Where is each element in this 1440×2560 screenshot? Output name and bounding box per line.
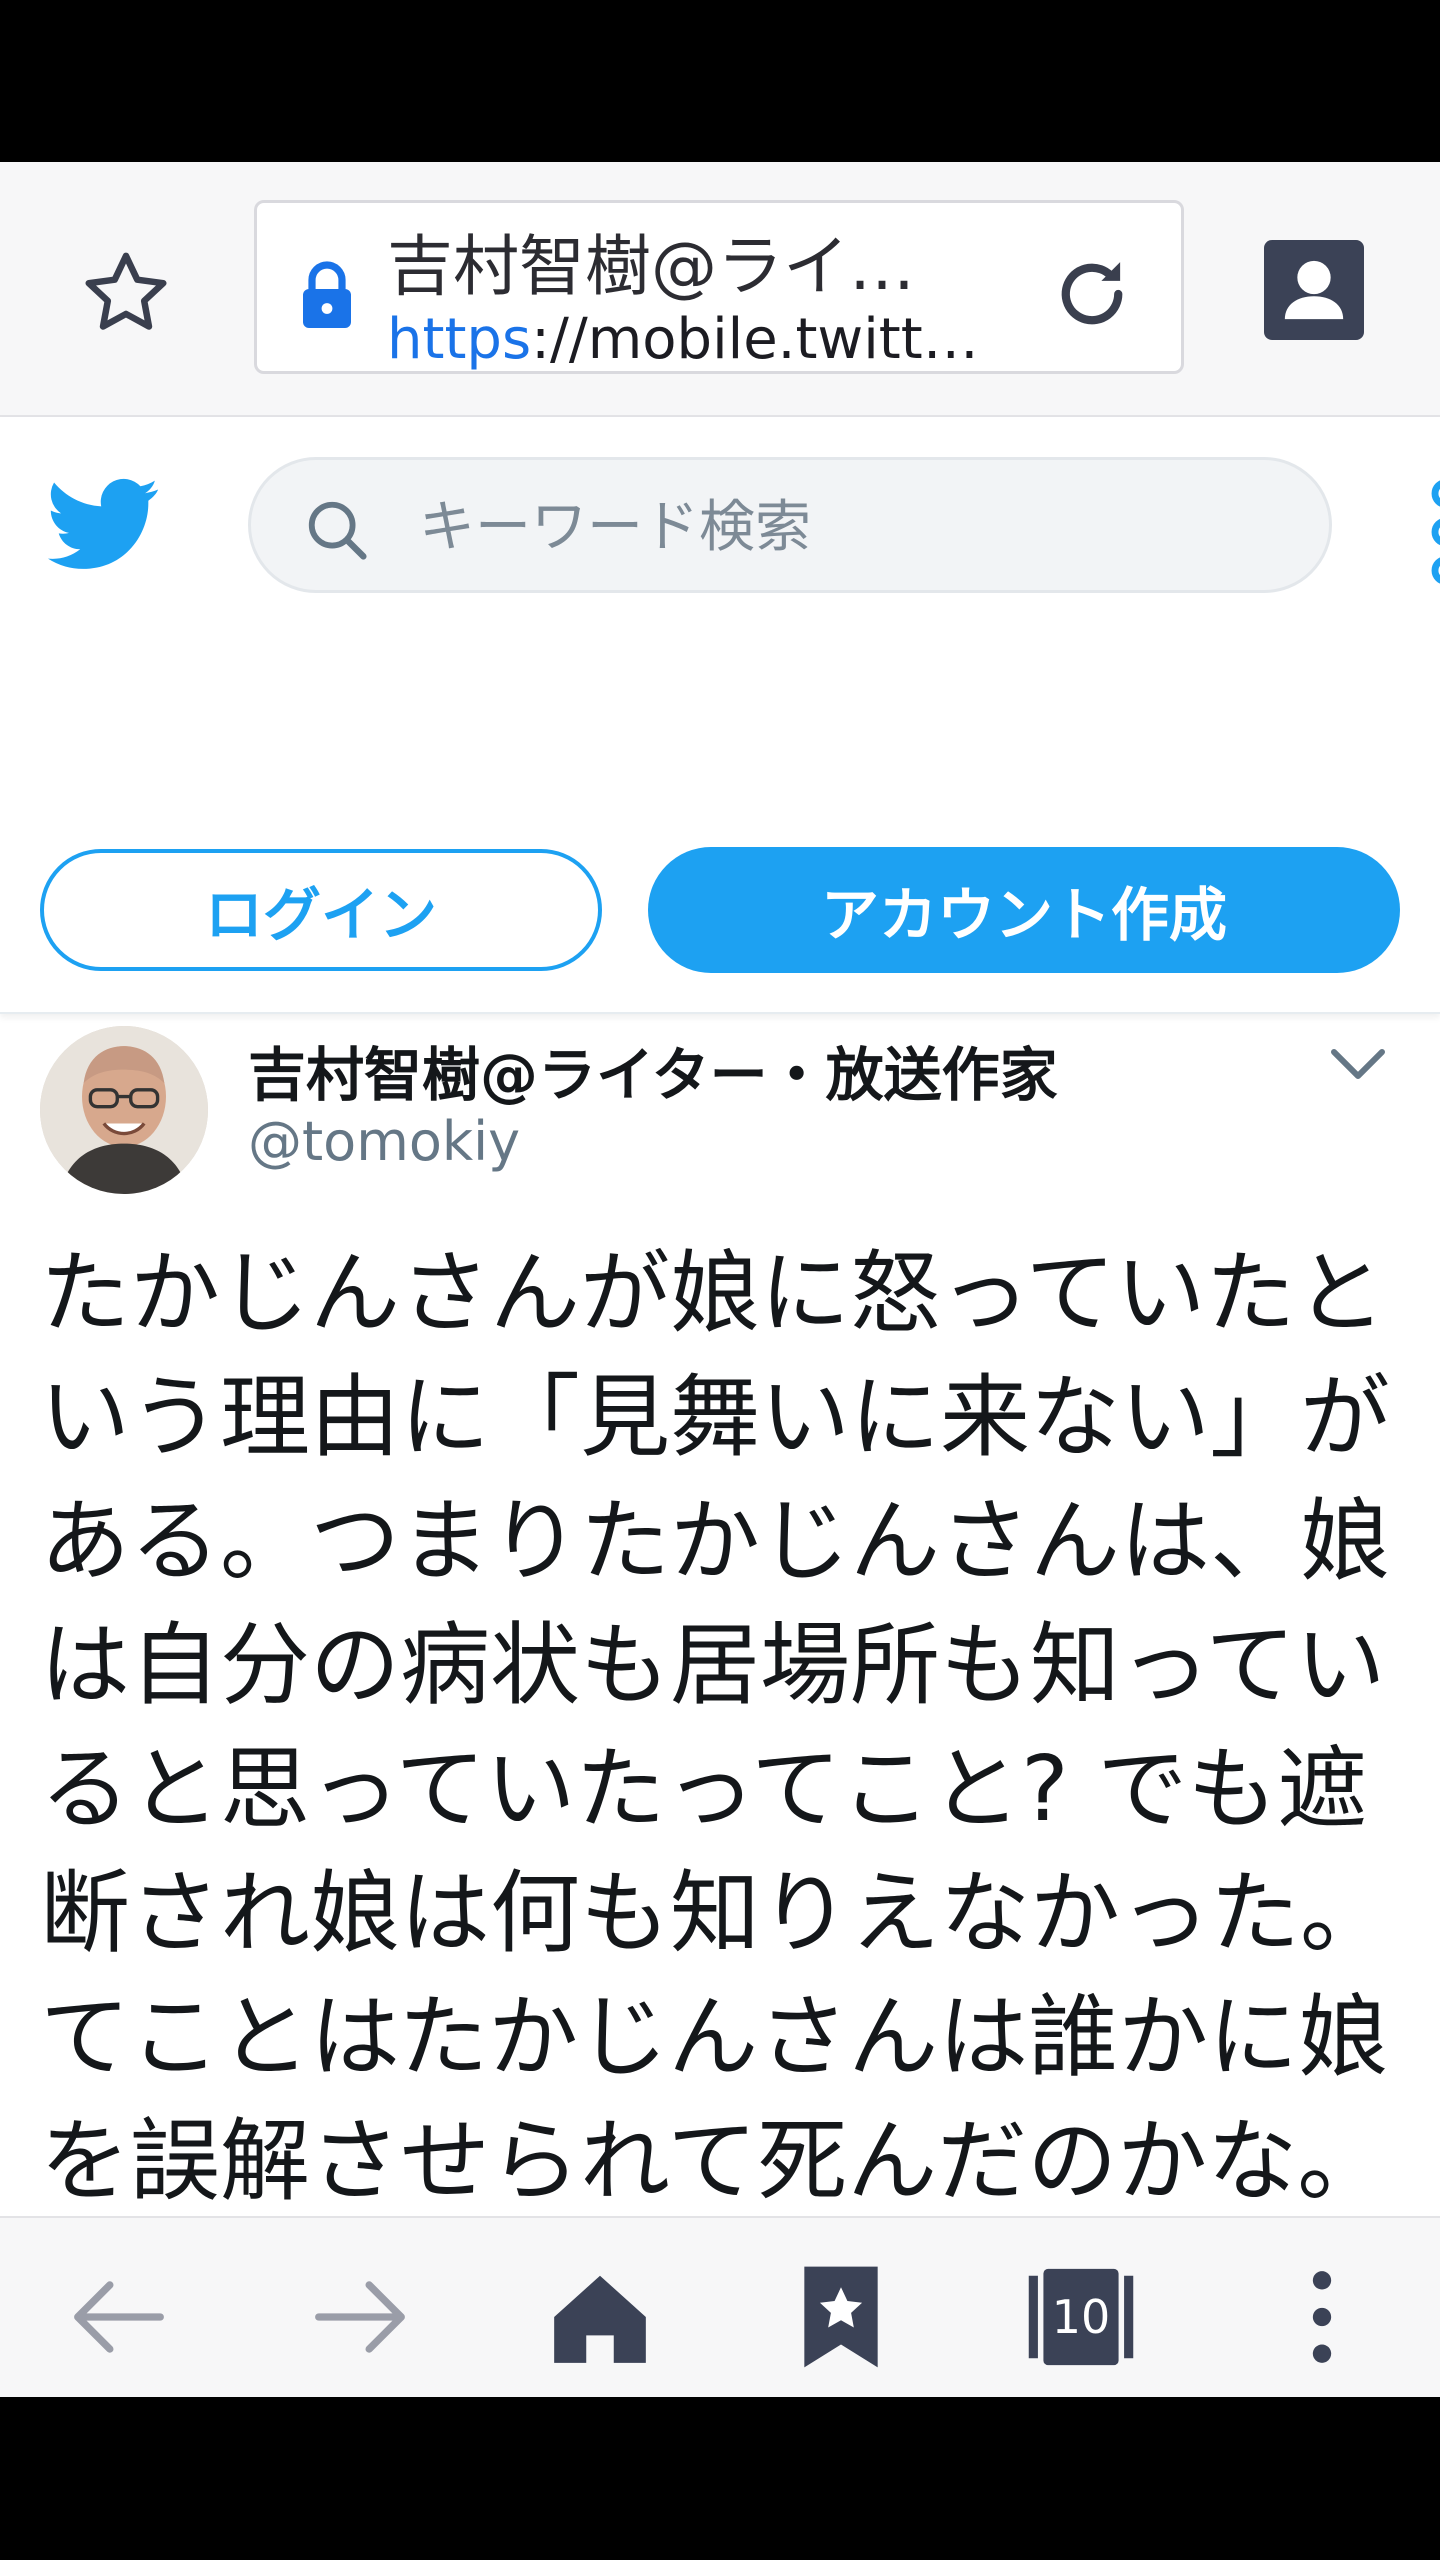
browser-bottom-nav: 10	[0, 2216, 1440, 2397]
tweet: 吉村智樹@ライター・放送作家 @tomokiy たかじんさんが娘に怒っていたとい…	[0, 1014, 1440, 2379]
search-icon	[308, 501, 367, 560]
url-rest: ://mobile.twitt…	[531, 307, 979, 372]
avatar[interactable]	[40, 1026, 208, 1194]
search-input[interactable]	[417, 490, 1281, 564]
home-icon[interactable]	[545, 2262, 655, 2372]
address-bar[interactable]: 吉村智樹@ライ… https://mobile.twitt…	[254, 200, 1184, 374]
search-box[interactable]	[248, 457, 1332, 593]
display-name[interactable]: 吉村智樹@ライター・放送作家	[248, 1028, 1058, 1112]
profile-button[interactable]	[1264, 240, 1364, 340]
tabs-count: 10	[1051, 2290, 1111, 2344]
url-scheme: https	[387, 307, 532, 372]
star-icon[interactable]	[74, 242, 178, 346]
twitter-bird-icon[interactable]	[48, 477, 160, 573]
login-button[interactable]: ログイン	[40, 849, 602, 971]
overflow-menu-icon[interactable]	[1267, 2262, 1377, 2372]
signup-button[interactable]: アカウント作成	[648, 847, 1400, 973]
user-handle[interactable]: @tomokiy	[248, 1110, 520, 1173]
browser-toolbar: 吉村智樹@ライ… https://mobile.twitt…	[0, 162, 1440, 417]
forward-arrow-icon[interactable]	[305, 2262, 415, 2372]
bookmark-star-icon[interactable]	[786, 2262, 896, 2372]
twitter-header: ログイン アカウント作成	[0, 417, 1440, 1014]
avatar-image	[40, 1026, 208, 1194]
page-url: https://mobile.twitt…	[387, 307, 987, 372]
tweet-text: たかじんさんが娘に怒っていたという理由に「見舞いに来ない」がある。つまりたかじん…	[40, 1241, 1390, 2214]
reload-icon[interactable]	[1047, 249, 1137, 339]
profile-icon	[1284, 260, 1344, 320]
lock-icon	[303, 261, 351, 328]
chevron-down-icon[interactable]	[1328, 1044, 1388, 1084]
browser-screen: 吉村智樹@ライ… https://mobile.twitt… キーワード検索 ロ…	[0, 162, 1440, 2397]
more-dots-icon[interactable]	[1420, 477, 1440, 587]
tabs-button[interactable]: 10	[1026, 2262, 1136, 2372]
back-arrow-icon[interactable]	[64, 2262, 174, 2372]
page-title: 吉村智樹@ライ…	[387, 228, 915, 305]
